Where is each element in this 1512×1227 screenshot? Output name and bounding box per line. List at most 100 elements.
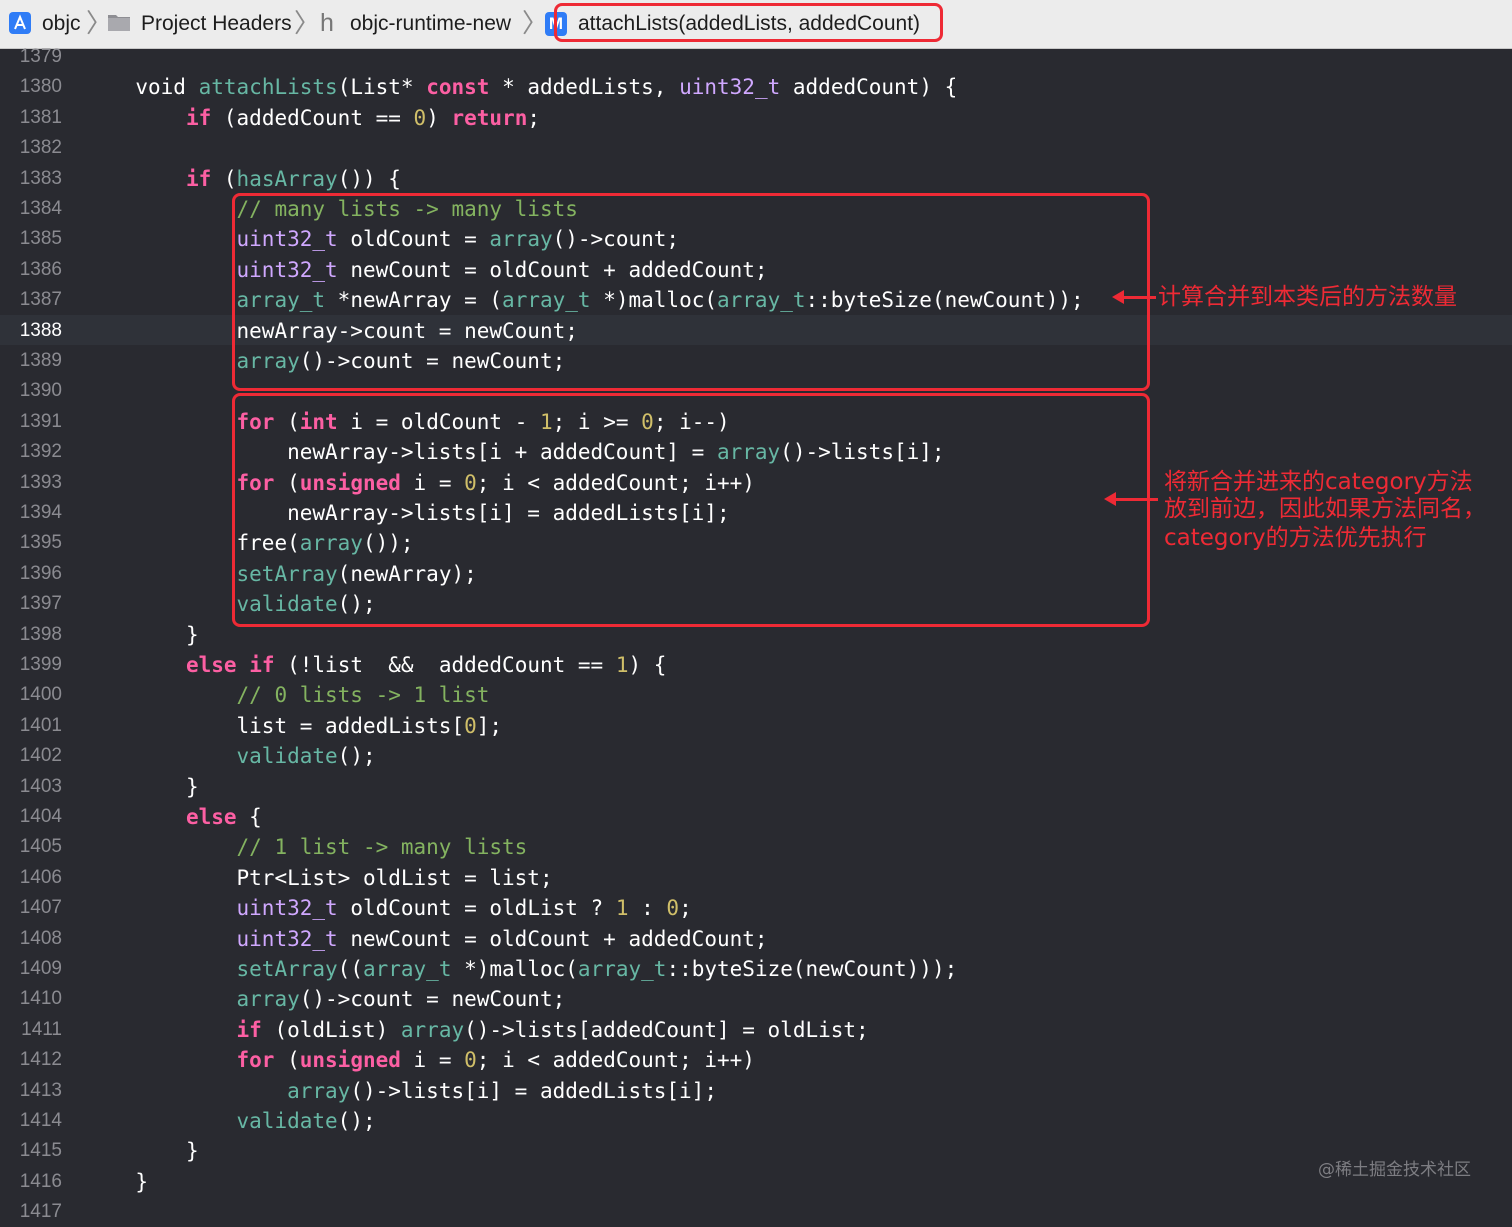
code-line[interactable]: void attachLists(List* const * addedList…: [85, 72, 957, 102]
code-token: setArray: [236, 957, 338, 981]
code-token: {: [236, 805, 262, 829]
code-token: if: [185, 166, 212, 191]
code-line[interactable]: if (addedCount == 0) return;: [85, 103, 540, 133]
line-number: 1392: [19, 441, 62, 463]
line-number: 1400: [19, 684, 62, 706]
code-token: if: [249, 653, 275, 677]
line-number: 1396: [19, 562, 62, 584]
code-token: addedCount) {: [780, 75, 958, 100]
line-number: 1410: [19, 988, 62, 1010]
jump-bar: objc 〉 Project Headers 〉 h objc-runtime-…: [0, 0, 1512, 49]
line-number: 1403: [19, 775, 62, 797]
code-line[interactable]: uint32_t newCount = oldCount + addedCoun…: [85, 924, 768, 954]
code-token: ()) {: [337, 166, 401, 191]
code-token: attachLists: [198, 75, 338, 100]
code-token: ((: [337, 957, 363, 981]
line-number: 1406: [19, 866, 62, 888]
code-token: 0: [413, 105, 427, 130]
breadcrumb-objc[interactable]: objc: [42, 11, 81, 37]
code-token: array: [287, 1078, 351, 1103]
code-line[interactable]: }: [85, 1136, 199, 1166]
annotation-arrow-2: [1112, 498, 1158, 501]
app-icon: [9, 12, 31, 34]
breadcrumb-project-headers[interactable]: Project Headers: [141, 11, 292, 37]
code-line[interactable]: array()->count = newCount;: [85, 984, 566, 1014]
code-token: validate: [236, 744, 338, 769]
code-token: i =: [400, 1048, 465, 1073]
code-line[interactable]: else if (!list && addedCount == 1) {: [85, 650, 667, 680]
code-line[interactable]: validate();: [85, 1106, 376, 1136]
code-line[interactable]: }: [85, 1167, 148, 1197]
code-token: (addedCount ==: [211, 105, 414, 130]
code-token: :: [628, 896, 667, 921]
code-token: (oldList): [261, 1017, 401, 1042]
code-line[interactable]: uint32_t oldCount = oldList ? 1 : 0;: [85, 893, 692, 923]
code-token: }: [84, 622, 199, 647]
code-token: return: [451, 105, 528, 130]
line-number: 1411: [21, 1018, 62, 1040]
arrow-left-icon: [1104, 492, 1116, 506]
code-token: Ptr<List> oldList = list;: [84, 865, 553, 890]
code-token: ();: [337, 744, 376, 769]
code-line[interactable]: }: [85, 772, 199, 802]
code-token: ();: [337, 1109, 376, 1133]
code-line[interactable]: validate();: [85, 741, 376, 771]
watermark: @稀土掘金技术社区: [1318, 1160, 1471, 1180]
annotation-count: 计算合并到本类后的方法数量: [1158, 284, 1457, 310]
code-line[interactable]: if (hasArray()) {: [85, 164, 401, 194]
line-number: 1402: [19, 745, 62, 767]
annotation-arrow-1: [1120, 296, 1156, 299]
line-number: 1390: [19, 380, 62, 402]
line-number: 1398: [19, 623, 62, 645]
code-line[interactable]: array()->lists[i] = addedLists[i];: [85, 1076, 717, 1106]
code-token: 0: [464, 713, 477, 738]
code-token: validate: [236, 1109, 338, 1133]
line-number: 1417: [19, 1201, 62, 1223]
code-line[interactable]: for (unsigned i = 0; i < addedCount; i++…: [85, 1045, 755, 1075]
code-token: list = addedLists[: [84, 713, 465, 738]
code-token: ];: [476, 713, 503, 738]
code-token: void: [135, 75, 186, 100]
code-token: const: [426, 75, 490, 100]
highlight-box-count: [232, 193, 1150, 391]
line-number: 1395: [19, 532, 62, 554]
line-number: 1381: [19, 106, 62, 128]
folder-icon: [108, 15, 130, 31]
code-line[interactable]: setArray((array_t *)malloc(array_t::byte…: [85, 954, 958, 984]
code-line[interactable]: else {: [85, 802, 262, 832]
code-line[interactable]: if (oldList) array()->lists[addedCount] …: [85, 1015, 869, 1045]
code-line[interactable]: // 0 lists -> 1 list: [85, 680, 490, 710]
line-number: 1401: [19, 714, 62, 736]
code-token: (: [211, 166, 237, 191]
line-number: 1408: [19, 927, 62, 949]
code-token: (List: [337, 75, 401, 100]
code-token: if: [185, 105, 212, 130]
code-token: oldCount = oldList ?: [337, 896, 616, 921]
code-token: unsigned: [299, 1048, 401, 1073]
code-token: array: [236, 987, 300, 1012]
code-line[interactable]: // 1 list -> many lists: [85, 832, 528, 862]
breadcrumb-objc-runtime-new[interactable]: objc-runtime-new: [350, 11, 511, 37]
code-line[interactable]: Ptr<List> oldList = list;: [85, 863, 553, 893]
code-token: ()->count = newCount;: [299, 987, 566, 1012]
code-line[interactable]: }: [85, 620, 199, 650]
line-number: 1388: [19, 319, 62, 341]
code-line[interactable]: list = addedLists[0];: [84, 711, 503, 741]
code-token: if: [236, 1017, 262, 1042]
code-token: }: [84, 1139, 199, 1164]
line-number: 1415: [19, 1140, 62, 1162]
code-token: ; i < addedCount; i++): [476, 1048, 755, 1073]
